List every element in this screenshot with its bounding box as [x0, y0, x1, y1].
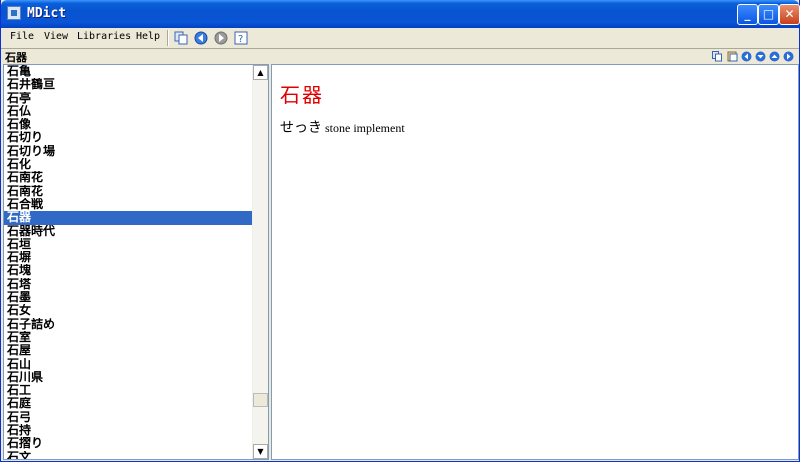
paste-icon[interactable]: [727, 51, 738, 62]
prev-icon[interactable]: [741, 51, 752, 62]
list-item[interactable]: 石庭: [4, 397, 254, 410]
menu-file[interactable]: File: [10, 31, 34, 42]
list-item[interactable]: 石切り: [4, 131, 254, 144]
entry-meaning: stone implement: [325, 121, 405, 135]
minimize-button[interactable]: _: [737, 4, 758, 25]
back-icon[interactable]: [194, 31, 208, 45]
list-item[interactable]: 石亭: [4, 92, 254, 105]
down-icon[interactable]: [755, 51, 766, 62]
svg-text:?: ?: [238, 34, 243, 45]
list-item[interactable]: 石山: [4, 358, 254, 371]
list-item[interactable]: 石子詰め: [4, 318, 254, 331]
menu-libraries[interactable]: Libraries: [77, 31, 131, 42]
list-item[interactable]: 石塔: [4, 278, 254, 291]
list-item[interactable]: 石合戦: [4, 198, 254, 211]
scroll-thumb[interactable]: [253, 393, 268, 407]
list-item[interactable]: 石切り場: [4, 145, 254, 158]
window-title: MDict: [27, 6, 67, 21]
menu-view[interactable]: View: [44, 31, 68, 42]
list-item[interactable]: 石工: [4, 384, 254, 397]
up-icon[interactable]: [769, 51, 780, 62]
definition-pane: 石器 せっき stone implement: [271, 64, 799, 460]
list-item[interactable]: 石塀: [4, 251, 254, 264]
maximize-button[interactable]: □: [758, 4, 779, 25]
help-icon[interactable]: ?: [234, 31, 248, 45]
scroll-down-button[interactable]: ▼: [253, 444, 268, 459]
list-item[interactable]: 石女: [4, 304, 254, 317]
list-item[interactable]: 石井鶴亘: [4, 78, 254, 91]
entry-reading: せっき: [280, 121, 322, 136]
app-icon: [7, 6, 21, 20]
list-item[interactable]: 石仏: [4, 105, 254, 118]
list-item[interactable]: 石持: [4, 424, 254, 437]
word-list-scrollbar[interactable]: ▲ ▼: [252, 65, 268, 459]
search-input[interactable]: [3, 50, 705, 63]
word-list: 石亀 石井鶴亘 石亭 石仏 石像 石切り 石切り場 石化 石南花 石南花 石合戦 石器 石器時代 石垣 石塀…: [4, 65, 254, 459]
list-item[interactable]: 石川県: [4, 371, 254, 384]
menu-bar: File View Libraries Help ?: [1, 28, 799, 48]
menu-help[interactable]: Help: [136, 31, 160, 42]
list-item[interactable]: 石弓: [4, 411, 254, 424]
list-item[interactable]: 石亀: [4, 65, 254, 78]
app-window: MDict _ □ ✕ File View Libraries Help ? 石…: [0, 0, 800, 462]
definition-scrollbar[interactable]: [782, 65, 798, 459]
toolbar-separator: [167, 30, 169, 46]
scroll-up-button[interactable]: ▲: [253, 65, 268, 80]
list-item[interactable]: 石垣: [4, 238, 254, 251]
search-bar: [1, 48, 799, 64]
title-bar[interactable]: MDict _ □ ✕: [1, 0, 800, 28]
list-item[interactable]: 石南花: [4, 171, 254, 184]
list-item[interactable]: 石像: [4, 118, 254, 131]
forward-icon[interactable]: [214, 31, 228, 45]
list-item[interactable]: 石南花: [4, 185, 254, 198]
next-icon[interactable]: [783, 51, 794, 62]
list-item[interactable]: 石塊: [4, 264, 254, 277]
list-item[interactable]: 石器時代: [4, 225, 254, 238]
list-item[interactable]: 石文: [4, 451, 254, 459]
list-item[interactable]: 石器: [4, 211, 254, 225]
close-button[interactable]: ✕: [779, 4, 800, 25]
list-item[interactable]: 石墨: [4, 291, 254, 304]
entry-definition: せっき stone implement: [280, 117, 405, 137]
list-item[interactable]: 石化: [4, 158, 254, 171]
copy-entry-icon[interactable]: [712, 51, 723, 62]
list-item[interactable]: 石屋: [4, 344, 254, 357]
copy-icon[interactable]: [174, 31, 188, 45]
word-list-pane: 石亀 石井鶴亘 石亭 石仏 石像 石切り 石切り場 石化 石南花 石南花 石合戦 石器 石器時代 石垣 石塀…: [3, 64, 269, 460]
list-item[interactable]: 石摺り: [4, 437, 254, 450]
list-item[interactable]: 石室: [4, 331, 254, 344]
entry-headword: 石器: [280, 83, 324, 107]
